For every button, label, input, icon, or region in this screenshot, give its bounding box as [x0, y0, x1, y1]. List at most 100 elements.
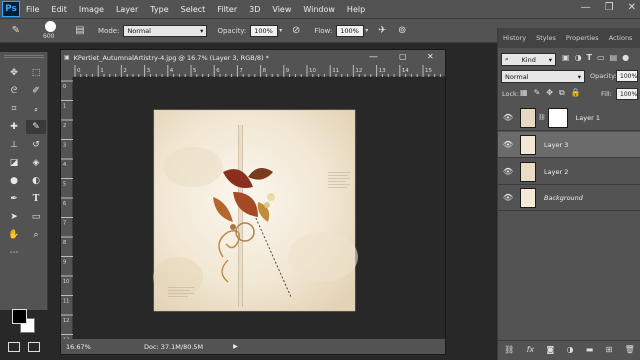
layer-row-1[interactable]: 👁 ⛓ Layer 1: [498, 105, 640, 131]
new-group-icon[interactable]: ▬: [586, 345, 594, 354]
healing-brush-tool-icon[interactable]: ✚: [4, 120, 24, 134]
layer-row-background[interactable]: 👁 Background: [498, 185, 640, 211]
type-tool-icon[interactable]: T: [26, 192, 46, 206]
menu-edit[interactable]: Edit: [45, 5, 73, 14]
filter-smart-object-icon[interactable]: ▤: [610, 53, 618, 62]
menu-window[interactable]: Window: [297, 5, 341, 14]
fx-icon[interactable]: fx: [527, 345, 535, 354]
quick-selection-tool-icon[interactable]: ✐: [26, 84, 46, 98]
dodge-tool-icon[interactable]: ◐: [26, 174, 46, 188]
layer-row-2[interactable]: 👁 Layer 2: [498, 159, 640, 185]
lock-position-icon[interactable]: ✥: [546, 88, 553, 98]
menu-select[interactable]: Select: [175, 5, 212, 14]
ruler-origin[interactable]: [61, 65, 73, 77]
tab-actions[interactable]: Actions: [604, 28, 638, 48]
tab-history[interactable]: History: [498, 28, 531, 48]
lock-artboard-icon[interactable]: ⧉: [559, 88, 565, 98]
doc-minimize-icon[interactable]: —: [369, 52, 378, 62]
menu-image[interactable]: Image: [73, 5, 110, 14]
quick-mask-icon[interactable]: [8, 342, 20, 352]
opacity-dropdown-icon[interactable]: ▾: [279, 27, 282, 34]
marquee-tool-icon[interactable]: ⬚: [26, 66, 46, 80]
close-icon[interactable]: ✕: [628, 2, 636, 13]
visibility-eye-icon[interactable]: 👁: [501, 140, 515, 149]
menu-help[interactable]: Help: [341, 5, 371, 14]
paint-bucket-tool-icon[interactable]: ◈: [26, 156, 46, 170]
crop-tool-icon[interactable]: ⌗: [4, 102, 24, 116]
tools-panel-grip[interactable]: [4, 55, 44, 58]
lasso-tool-icon[interactable]: ᘓ: [4, 84, 24, 98]
hand-tool-icon[interactable]: ✋: [4, 228, 24, 242]
pen-tool-icon[interactable]: ✒: [4, 192, 24, 206]
mask-link-icon[interactable]: ⛓: [538, 114, 546, 121]
link-layers-icon[interactable]: ⛓: [504, 345, 514, 354]
screen-mode-icon[interactable]: [28, 342, 40, 352]
pressure-opacity-icon[interactable]: ⊘: [288, 23, 304, 39]
history-brush-tool-icon[interactable]: ↺: [26, 138, 46, 152]
filter-pixel-icon[interactable]: ▣: [562, 53, 570, 62]
eraser-tool-icon[interactable]: ◪: [4, 156, 24, 170]
brush-panel-toggle-icon[interactable]: ▤: [72, 23, 88, 39]
visibility-eye-icon[interactable]: 👁: [501, 193, 515, 202]
clone-stamp-tool-icon[interactable]: ⊥: [4, 138, 24, 152]
rectangle-tool-icon[interactable]: ▭: [26, 210, 46, 224]
zoom-tool-icon[interactable]: ⌕: [26, 228, 46, 242]
filter-toggle-icon[interactable]: ●: [622, 53, 629, 62]
maximize-icon[interactable]: ❐: [605, 2, 614, 13]
filter-shape-icon[interactable]: ▭: [597, 53, 605, 62]
brush-tool-preset-icon[interactable]: ✎: [8, 23, 24, 39]
tab-properties[interactable]: Properties: [561, 28, 604, 48]
menu-file[interactable]: File: [20, 5, 45, 14]
blend-mode-dropdown[interactable]: Normal ▾: [501, 70, 585, 83]
horizontal-ruler[interactable]: 012345678910111213141516: [73, 65, 465, 77]
airbrush-icon[interactable]: ✈: [374, 23, 390, 39]
doc-close-icon[interactable]: ✕: [427, 52, 434, 61]
eyedropper-tool-icon[interactable]: ⸗: [26, 102, 46, 116]
tab-styles[interactable]: Styles: [531, 28, 561, 48]
lock-transparent-icon[interactable]: ▦: [520, 88, 528, 98]
foreground-color-swatch[interactable]: [12, 309, 27, 324]
menu-3d[interactable]: 3D: [243, 5, 266, 14]
layer-name[interactable]: Layer 2: [544, 168, 568, 176]
layer-filter-dropdown[interactable]: ⌕ Kind ▾: [501, 53, 556, 66]
brush-size-picker[interactable]: 600: [40, 20, 64, 42]
adjustment-layer-icon[interactable]: ◑: [567, 345, 574, 354]
pressure-size-icon[interactable]: ⊚: [394, 23, 410, 39]
doc-maximize-icon[interactable]: ▢: [399, 52, 407, 61]
fill-field[interactable]: 100%: [616, 88, 638, 100]
menu-filter[interactable]: Filter: [211, 5, 243, 14]
visibility-eye-icon[interactable]: 👁: [501, 113, 515, 122]
artwork-canvas[interactable]: [73, 77, 445, 339]
status-menu-arrow-icon[interactable]: ▶: [233, 343, 238, 350]
layer-mask-thumbnail[interactable]: [547, 107, 568, 128]
filter-type-icon[interactable]: T: [587, 53, 592, 62]
more-tools-icon[interactable]: ⋯: [4, 246, 24, 260]
lock-pixels-icon[interactable]: ✎: [534, 88, 541, 98]
menu-layer[interactable]: Layer: [110, 5, 144, 14]
flow-dropdown-icon[interactable]: ▾: [365, 27, 368, 34]
layer-name[interactable]: Background: [544, 194, 583, 202]
blur-tool-icon[interactable]: ●: [4, 174, 24, 188]
add-mask-icon[interactable]: ◙: [546, 345, 554, 354]
layer-name[interactable]: Layer 3: [544, 141, 568, 149]
canvas-area[interactable]: [73, 77, 445, 339]
vertical-ruler[interactable]: 012345678910111213: [61, 77, 73, 344]
layer-name[interactable]: Layer 1: [576, 114, 600, 122]
flow-field[interactable]: 100%: [336, 24, 365, 37]
mode-dropdown[interactable]: Normal ▾: [123, 24, 208, 37]
filter-adjustment-icon[interactable]: ◑: [575, 53, 582, 62]
lock-all-icon[interactable]: 🔒: [571, 88, 581, 98]
brush-tool-icon[interactable]: ✎: [26, 120, 46, 134]
opacity-field[interactable]: 100%: [250, 24, 279, 37]
visibility-eye-icon[interactable]: 👁: [501, 167, 515, 176]
layer-row-3[interactable]: 👁 Layer 3: [498, 132, 640, 158]
minimize-icon[interactable]: —: [581, 2, 591, 13]
path-selection-tool-icon[interactable]: ➤: [4, 210, 24, 224]
document-tab[interactable]: ▣ KPertiet_AutumnalArtistry-4.jpg @ 16.7…: [61, 50, 445, 65]
menu-type[interactable]: Type: [144, 5, 174, 14]
move-tool-icon[interactable]: ✥: [4, 66, 24, 80]
menu-view[interactable]: View: [266, 5, 297, 14]
zoom-level[interactable]: 16.67%: [66, 343, 114, 351]
new-layer-icon[interactable]: ⊞: [606, 345, 613, 354]
layer-opacity-field[interactable]: 100%: [616, 70, 638, 82]
